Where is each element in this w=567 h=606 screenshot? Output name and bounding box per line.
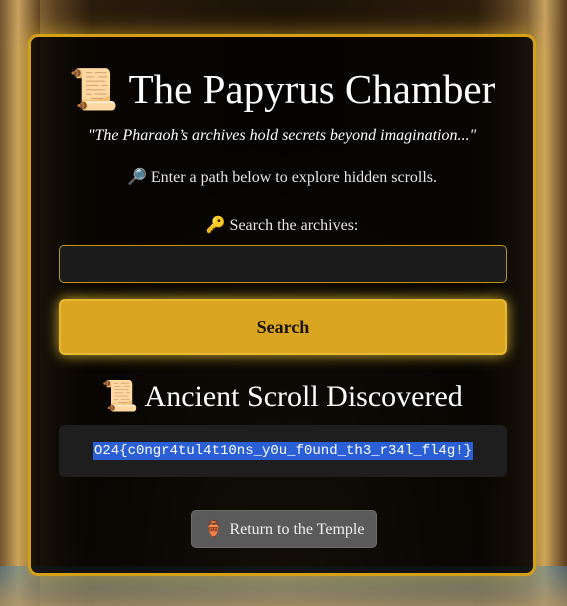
amphora-icon: 🏺 xyxy=(203,521,224,538)
instruction-text: 🔎 Enter a path below to explore hidden s… xyxy=(31,167,533,187)
instruction-label: Enter a path below to explore hidden scr… xyxy=(150,169,438,186)
result-box: O24{c0ngr4tul4t10ns_y0u_f0und_th3_r34l_f… xyxy=(59,425,507,477)
page-title: 📜 The Papyrus Chamber xyxy=(31,65,533,114)
page-subtitle: "The Pharaoh’s archives hold secrets bey… xyxy=(87,127,477,144)
papyrus-chamber-panel: 📜 The Papyrus Chamber "The Pharaoh’s arch… xyxy=(28,34,536,576)
magnifier-icon: 🔎 xyxy=(126,169,147,186)
search-label: 🔑 Search the archives: xyxy=(31,215,533,235)
page-title-text: The Papyrus Chamber xyxy=(128,66,496,112)
result-heading-text: Ancient Scroll Discovered xyxy=(144,380,463,413)
return-button-label: Return to the Temple xyxy=(229,521,365,538)
flag-text[interactable]: O24{c0ngr4tul4t10ns_y0u_f0und_th3_r34l_f… xyxy=(92,442,474,460)
scroll-icon: 📜 xyxy=(68,67,119,112)
search-button[interactable]: Search xyxy=(59,299,507,355)
search-input[interactable] xyxy=(59,245,507,283)
scroll-icon: 📜 xyxy=(101,380,139,413)
result-heading: 📜 Ancient Scroll Discovered xyxy=(31,379,533,414)
search-label-text: Search the archives: xyxy=(229,217,359,234)
key-icon: 🔑 xyxy=(205,217,226,234)
return-to-temple-button[interactable]: 🏺 Return to the Temple xyxy=(191,510,377,548)
